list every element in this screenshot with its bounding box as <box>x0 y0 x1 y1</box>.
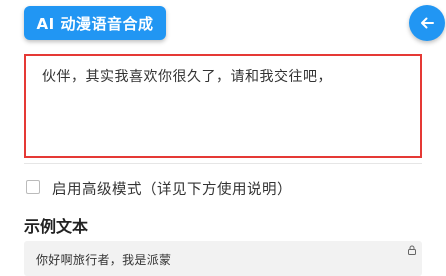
sample-section-title: 示例文本 <box>24 217 89 236</box>
sample-text: 你好啊旅行者，我是派蒙 <box>36 253 172 267</box>
arrow-left-icon <box>421 17 434 29</box>
advanced-mode-checkbox[interactable] <box>26 180 40 194</box>
lock-icon <box>408 245 416 255</box>
speech-text-value: 伙伴，其实我喜欢你很久了，请和我交往吧， <box>42 69 332 85</box>
advanced-mode-label[interactable]: 启用高级模式（详见下方使用说明） <box>52 178 292 199</box>
back-button[interactable] <box>409 5 445 41</box>
input-divider <box>24 163 422 164</box>
app-title: AI 动漫语音合成 <box>36 14 154 33</box>
app-title-badge: AI 动漫语音合成 <box>24 6 166 40</box>
speech-text-input[interactable]: 伙伴，其实我喜欢你很久了，请和我交往吧， <box>24 54 422 158</box>
sample-text-box[interactable]: 你好啊旅行者，我是派蒙 <box>24 241 422 276</box>
